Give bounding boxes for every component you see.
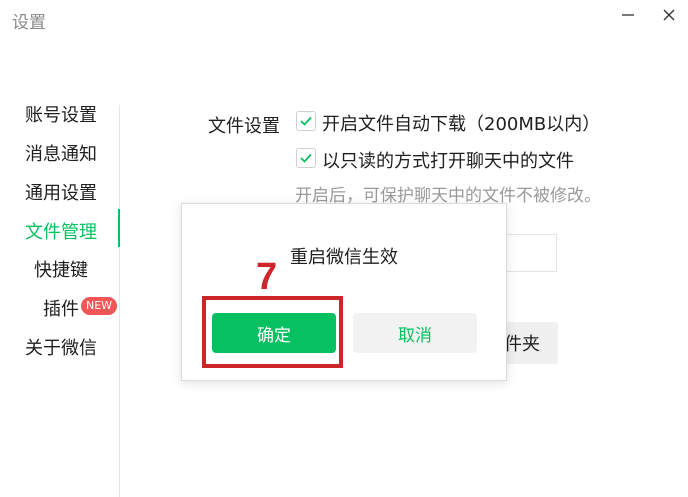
sidebar-item-account[interactable]: 账号设置 xyxy=(25,101,97,127)
highlight-box xyxy=(202,296,343,368)
download-path-field[interactable] xyxy=(500,234,557,272)
sidebar-divider xyxy=(119,105,120,497)
sidebar-item-about[interactable]: 关于微信 xyxy=(25,334,97,360)
new-badge: NEW xyxy=(81,297,117,315)
sidebar-item-notifications[interactable]: 消息通知 xyxy=(25,140,97,166)
minimize-button[interactable] xyxy=(613,2,643,28)
auto-download-label: 开启文件自动下载（200MB以内） xyxy=(322,114,601,135)
active-indicator xyxy=(118,209,120,247)
read-only-label: 以只读的方式打开聊天中的文件 xyxy=(322,151,574,172)
step-number-annotation: 7 xyxy=(256,256,278,298)
sidebar-item-general[interactable]: 通用设置 xyxy=(25,179,97,205)
close-icon xyxy=(663,9,675,21)
close-button[interactable] xyxy=(654,2,684,28)
sidebar-item-file-management[interactable]: 文件管理 xyxy=(25,218,97,244)
sidebar-item-plugins[interactable]: 插件 xyxy=(43,295,79,321)
window-title: 设置 xyxy=(12,13,46,33)
dialog-message: 重启微信生效 xyxy=(290,247,398,268)
checkmark-icon xyxy=(300,116,312,126)
cancel-button[interactable]: 取消 xyxy=(353,313,477,353)
file-settings-label: 文件设置 xyxy=(208,116,280,137)
auto-download-checkbox[interactable] xyxy=(296,111,316,131)
minimize-icon xyxy=(622,14,634,16)
sidebar-item-shortcuts[interactable]: 快捷键 xyxy=(34,256,88,282)
read-only-checkbox[interactable] xyxy=(296,148,316,168)
checkmark-icon xyxy=(300,153,312,163)
